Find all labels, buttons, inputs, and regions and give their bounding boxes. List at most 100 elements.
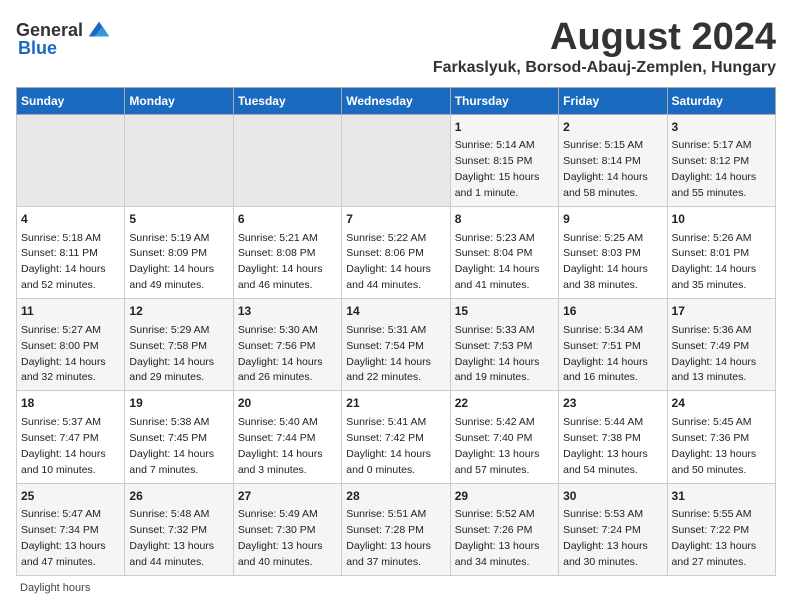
day-info: Sunrise: 5:27 AM Sunset: 8:00 PM Dayligh… — [21, 324, 106, 384]
day-info: Sunrise: 5:45 AM Sunset: 7:36 PM Dayligh… — [672, 416, 757, 476]
day-number: 7 — [346, 211, 445, 228]
day-info: Sunrise: 5:36 AM Sunset: 7:49 PM Dayligh… — [672, 324, 757, 384]
logo-icon — [85, 16, 113, 44]
day-info: Sunrise: 5:22 AM Sunset: 8:06 PM Dayligh… — [346, 232, 431, 292]
page-subtitle: Farkaslyuk, Borsod-Abauj-Zemplen, Hungar… — [433, 59, 776, 77]
day-info: Sunrise: 5:21 AM Sunset: 8:08 PM Dayligh… — [238, 232, 323, 292]
day-number: 16 — [563, 303, 662, 320]
day-number: 17 — [672, 303, 771, 320]
day-info: Sunrise: 5:37 AM Sunset: 7:47 PM Dayligh… — [21, 416, 106, 476]
logo: General Blue — [16, 16, 113, 59]
table-row: 23 Sunrise: 5:44 AM Sunset: 7:38 PM Dayli… — [559, 391, 667, 483]
day-info: Sunrise: 5:29 AM Sunset: 7:58 PM Dayligh… — [129, 324, 214, 384]
day-number: 27 — [238, 488, 337, 505]
table-row: 9Sunrise: 5:25 AM Sunset: 8:03 PM Daylig… — [559, 207, 667, 299]
day-number: 23 — [563, 395, 662, 412]
day-number: 9 — [563, 211, 662, 228]
day-number: 11 — [21, 303, 120, 320]
day-number: 29 — [455, 488, 554, 505]
calendar-week-row: 18 Sunrise: 5:37 AM Sunset: 7:47 PM Dayli… — [17, 391, 776, 483]
day-info: Sunrise: 5:41 AM Sunset: 7:42 PM Dayligh… — [346, 416, 431, 476]
day-info: Sunrise: 5:47 AM Sunset: 7:34 PM Dayligh… — [21, 508, 106, 568]
col-saturday: Saturday — [667, 88, 775, 115]
table-row: 18 Sunrise: 5:37 AM Sunset: 7:47 PM Dayli… — [17, 391, 125, 483]
day-info: Sunrise: 5:53 AM Sunset: 7:24 PM Dayligh… — [563, 508, 648, 568]
table-row: 14 Sunrise: 5:31 AM Sunset: 7:54 PM Dayli… — [342, 299, 450, 391]
day-info: Sunrise: 5:34 AM Sunset: 7:51 PM Dayligh… — [563, 324, 648, 384]
day-number: 20 — [238, 395, 337, 412]
calendar-week-row: 25Sunrise: 5:47 AM Sunset: 7:34 PM Dayli… — [17, 483, 776, 575]
table-row: 26Sunrise: 5:48 AM Sunset: 7:32 PM Dayli… — [125, 483, 233, 575]
table-row: 29Sunrise: 5:52 AM Sunset: 7:26 PM Dayli… — [450, 483, 558, 575]
day-number: 21 — [346, 395, 445, 412]
day-number: 6 — [238, 211, 337, 228]
day-number: 30 — [563, 488, 662, 505]
day-info: Sunrise: 5:51 AM Sunset: 7:28 PM Dayligh… — [346, 508, 431, 568]
day-number: 26 — [129, 488, 228, 505]
table-row: 13Sunrise: 5:30 AM Sunset: 7:56 PM Dayli… — [233, 299, 341, 391]
col-monday: Monday — [125, 88, 233, 115]
day-number: 19 — [129, 395, 228, 412]
day-info: Sunrise: 5:44 AM Sunset: 7:38 PM Dayligh… — [563, 416, 648, 476]
day-info: Sunrise: 5:55 AM Sunset: 7:22 PM Dayligh… — [672, 508, 757, 568]
day-number: 12 — [129, 303, 228, 320]
day-number: 22 — [455, 395, 554, 412]
table-row: 22Sunrise: 5:42 AM Sunset: 7:40 PM Dayli… — [450, 391, 558, 483]
table-row: 3 Sunrise: 5:17 AM Sunset: 8:12 PM Daylig… — [667, 115, 775, 207]
day-info: Sunrise: 5:40 AM Sunset: 7:44 PM Dayligh… — [238, 416, 323, 476]
day-info: Sunrise: 5:31 AM Sunset: 7:54 PM Dayligh… — [346, 324, 431, 384]
day-info: Sunrise: 5:18 AM Sunset: 8:11 PM Dayligh… — [21, 232, 106, 292]
day-info: Sunrise: 5:14 AM Sunset: 8:15 PM Dayligh… — [455, 139, 540, 199]
table-row: 15Sunrise: 5:33 AM Sunset: 7:53 PM Dayli… — [450, 299, 558, 391]
table-row: 4 Sunrise: 5:18 AM Sunset: 8:11 PM Daylig… — [17, 207, 125, 299]
table-row: 19 Sunrise: 5:38 AM Sunset: 7:45 PM Dayli… — [125, 391, 233, 483]
day-info: Sunrise: 5:30 AM Sunset: 7:56 PM Dayligh… — [238, 324, 323, 384]
table-row: 2Sunrise: 5:15 AM Sunset: 8:14 PM Daylig… — [559, 115, 667, 207]
table-row: 5Sunrise: 5:19 AM Sunset: 8:09 PM Daylig… — [125, 207, 233, 299]
col-friday: Friday — [559, 88, 667, 115]
table-row: 25Sunrise: 5:47 AM Sunset: 7:34 PM Dayli… — [17, 483, 125, 575]
title-area: August 2024 Farkaslyuk, Borsod-Abauj-Zem… — [433, 16, 776, 77]
table-row: 1 Sunrise: 5:14 AM Sunset: 8:15 PM Daylig… — [450, 115, 558, 207]
day-number: 18 — [21, 395, 120, 412]
table-row: 24 Sunrise: 5:45 AM Sunset: 7:36 PM Dayli… — [667, 391, 775, 483]
table-row: 31 Sunrise: 5:55 AM Sunset: 7:22 PM Dayli… — [667, 483, 775, 575]
table-row — [125, 115, 233, 207]
col-sunday: Sunday — [17, 88, 125, 115]
table-row: 21 Sunrise: 5:41 AM Sunset: 7:42 PM Dayli… — [342, 391, 450, 483]
day-number: 14 — [346, 303, 445, 320]
table-row — [17, 115, 125, 207]
day-info: Sunrise: 5:26 AM Sunset: 8:01 PM Dayligh… — [672, 232, 757, 292]
page-title: August 2024 — [433, 16, 776, 59]
calendar-week-row: 1 Sunrise: 5:14 AM Sunset: 8:15 PM Daylig… — [17, 115, 776, 207]
day-number: 4 — [21, 211, 120, 228]
table-row: 16 Sunrise: 5:34 AM Sunset: 7:51 PM Dayli… — [559, 299, 667, 391]
logo-blue: Blue — [18, 38, 57, 59]
day-number: 2 — [563, 119, 662, 136]
day-info: Sunrise: 5:38 AM Sunset: 7:45 PM Dayligh… — [129, 416, 214, 476]
day-number: 28 — [346, 488, 445, 505]
table-row: 12 Sunrise: 5:29 AM Sunset: 7:58 PM Dayli… — [125, 299, 233, 391]
day-number: 31 — [672, 488, 771, 505]
day-number: 24 — [672, 395, 771, 412]
calendar-table: Sunday Monday Tuesday Wednesday Thursday… — [16, 87, 776, 576]
col-tuesday: Tuesday — [233, 88, 341, 115]
day-info: Sunrise: 5:23 AM Sunset: 8:04 PM Dayligh… — [455, 232, 540, 292]
table-row: 28 Sunrise: 5:51 AM Sunset: 7:28 PM Dayli… — [342, 483, 450, 575]
table-row: 6 Sunrise: 5:21 AM Sunset: 8:08 PM Daylig… — [233, 207, 341, 299]
day-number: 1 — [455, 119, 554, 136]
day-number: 3 — [672, 119, 771, 136]
day-info: Sunrise: 5:17 AM Sunset: 8:12 PM Dayligh… — [672, 139, 757, 199]
footer-daylight: Daylight hours — [16, 582, 776, 594]
day-info: Sunrise: 5:49 AM Sunset: 7:30 PM Dayligh… — [238, 508, 323, 568]
table-row: 17 Sunrise: 5:36 AM Sunset: 7:49 PM Dayli… — [667, 299, 775, 391]
day-number: 8 — [455, 211, 554, 228]
table-row: 10 Sunrise: 5:26 AM Sunset: 8:01 PM Dayli… — [667, 207, 775, 299]
day-number: 10 — [672, 211, 771, 228]
col-thursday: Thursday — [450, 88, 558, 115]
col-wednesday: Wednesday — [342, 88, 450, 115]
table-row: 27 Sunrise: 5:49 AM Sunset: 7:30 PM Dayli… — [233, 483, 341, 575]
day-number: 15 — [455, 303, 554, 320]
calendar-week-row: 4 Sunrise: 5:18 AM Sunset: 8:11 PM Daylig… — [17, 207, 776, 299]
page-header: General Blue August 2024 Farkaslyuk, Bor… — [16, 16, 776, 77]
